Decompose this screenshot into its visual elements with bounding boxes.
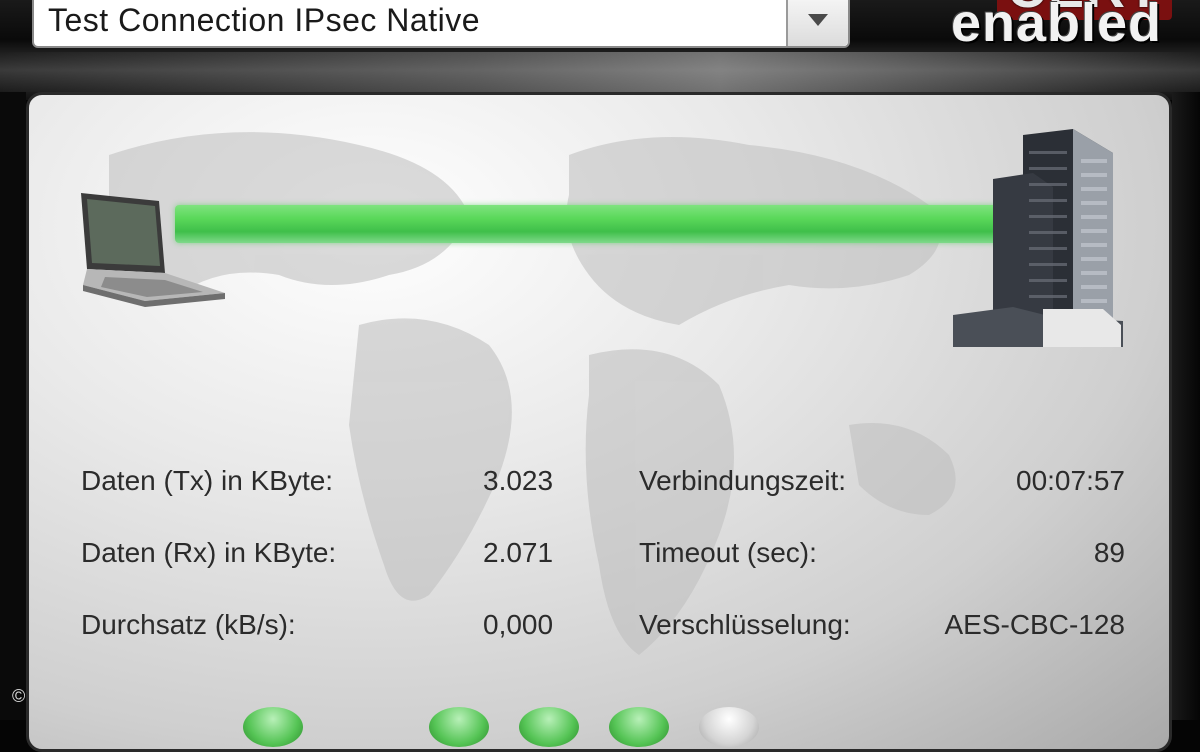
throughput-value: 0,000 — [483, 609, 554, 640]
vpn-tunnel-indicator — [175, 205, 1005, 243]
status-panel: Daten (Tx) in KByte: 3.023 Verbindungsze… — [26, 92, 1172, 752]
profile-select[interactable]: Test Connection IPsec Native — [32, 0, 850, 48]
encryption-value: AES-CBC-128 — [944, 609, 1125, 640]
rx-label: Daten (Rx) in KByte: — [81, 537, 337, 568]
timeout-label: Timeout (sec): — [639, 537, 817, 568]
logo-bottom-text: enabled — [950, 0, 1162, 53]
status-light-green — [429, 707, 489, 747]
throughput-label: Durchsatz (kB/s): — [81, 609, 296, 640]
rx-value: 2.071 — [483, 537, 554, 568]
office-building-icon — [953, 129, 1123, 347]
tx-value: 3.023 — [483, 465, 554, 496]
encryption-label: Verschlüsselung: — [639, 609, 851, 640]
connection-statistics: Daten (Tx) in KByte: 3.023 Verbindungsze… — [29, 447, 1169, 667]
status-light-off — [699, 707, 759, 747]
chevron-down-icon[interactable] — [786, 0, 848, 46]
timeout-value: 89 — [1093, 537, 1125, 568]
status-light-green — [243, 707, 303, 747]
connection-diagram — [29, 95, 1169, 355]
connection-time-value: 00:07:57 — [1016, 465, 1125, 496]
window-frame-left — [0, 92, 26, 720]
copyright-mark: © — [12, 686, 26, 706]
status-light-green — [609, 707, 669, 747]
profile-select-value: Test Connection IPsec Native — [48, 1, 480, 38]
status-light-green — [519, 707, 579, 747]
window-frame-right — [1172, 92, 1200, 720]
connection-time-label: Verbindungszeit: — [639, 465, 847, 496]
status-light-row — [29, 707, 1169, 749]
tx-label: Daten (Tx) in KByte: — [81, 465, 334, 496]
laptop-icon — [81, 193, 225, 307]
cert-enabled-logo: CERT enabled — [905, 0, 1190, 66]
